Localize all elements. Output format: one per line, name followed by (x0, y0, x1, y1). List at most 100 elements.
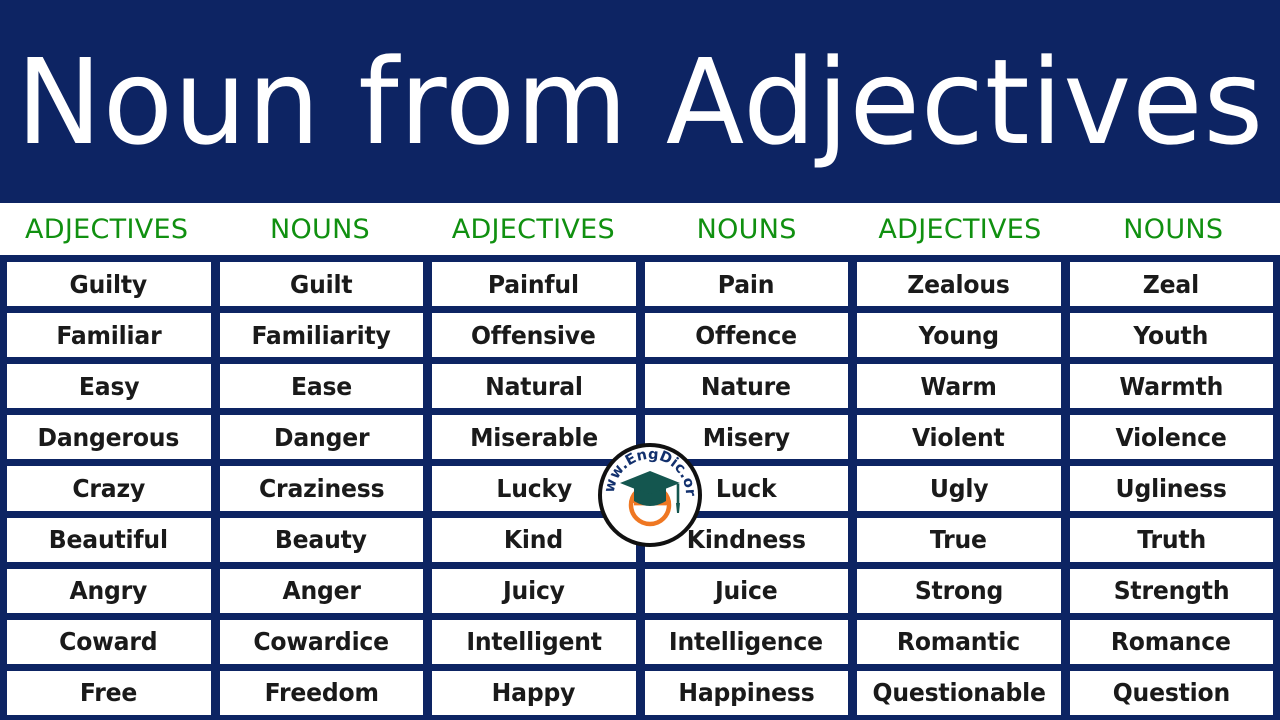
table-cell: Warm (857, 364, 1061, 409)
cell-text: Romantic (897, 627, 1021, 657)
cell-text: Natural (484, 371, 583, 401)
table-cell: Warmth (1069, 364, 1273, 409)
column-header-4: NOUNS (696, 213, 797, 245)
table-cell: Natural (432, 364, 636, 409)
column-header-row: ADJECTIVES NOUNS ADJECTIVES NOUNS ADJECTIVES… (0, 203, 1280, 255)
table-cell: Misery (644, 415, 848, 460)
table-cell: Dangerous (7, 415, 211, 460)
table-cell: Angry (7, 568, 211, 613)
cell-text: Craziness (258, 473, 385, 503)
cell-text: Offence (695, 320, 798, 350)
table-cell: Intelligent (432, 619, 636, 664)
table-cell: Questionable (857, 670, 1061, 715)
cell-text: Crazy (72, 473, 146, 503)
cell-text: Danger (273, 422, 370, 452)
table-row: Beautiful Beauty Kind Kindness True Truth (7, 517, 1273, 562)
cell-text: True (930, 525, 988, 555)
cell-text: Guilt (290, 269, 353, 299)
table-cell: Offence (644, 313, 848, 358)
table-cell: Nature (644, 364, 848, 409)
table-cell: Painful (432, 262, 636, 307)
table-cell: Juice (644, 568, 848, 613)
table-cell: Offensive (432, 313, 636, 358)
title-banner: Noun from Adjectives (0, 0, 1280, 203)
table-cell: Intelligence (644, 619, 848, 664)
table-row: Crazy Craziness Lucky Luck Ugly Ugliness (7, 466, 1273, 511)
cell-text: Freedom (264, 678, 379, 708)
cell-text: Familiarity (251, 320, 391, 350)
cell-text: Familiar (56, 320, 162, 350)
column-header-2: NOUNS (269, 213, 371, 245)
table-cell: Miserable (432, 415, 636, 460)
cell-text: Question (1112, 678, 1230, 708)
cell-text: Beautiful (49, 525, 169, 555)
table-cell: Cowardice (219, 619, 423, 664)
cell-text: Romance (1111, 627, 1232, 657)
cell-text: Anger (282, 576, 361, 606)
cell-text: Juice (715, 576, 778, 606)
table-cell: Youth (1069, 313, 1273, 358)
column-header-6: NOUNS (1123, 213, 1224, 245)
table-cell: Lucky (432, 466, 636, 511)
cell-text: Warm (920, 371, 997, 401)
cell-text: Zealous (907, 269, 1011, 299)
table-row: Dangerous Danger Miserable Misery Violent Vio… (7, 415, 1273, 460)
cell-text: Nature (701, 371, 792, 401)
cell-text: Warmth (1119, 371, 1224, 401)
table-row: Easy Ease Natural Nature Warm Warmth (7, 364, 1273, 409)
poster-root: Noun from Adjectives ADJECTIVES NOUNS ADJE… (0, 0, 1280, 720)
table-cell: Luck (644, 466, 848, 511)
table-cell: Ugliness (1069, 466, 1273, 511)
cell-text: Ugliness (1115, 473, 1227, 503)
table-cell: Young (857, 313, 1061, 358)
cell-text: Juicy (502, 576, 565, 606)
table-cell: Coward (7, 619, 211, 664)
table-cell: Question (1069, 670, 1273, 715)
table-cell: Strength (1069, 568, 1273, 613)
cell-text: Luck (715, 473, 777, 503)
cell-text: Easy (78, 371, 140, 401)
table-cell: Danger (219, 415, 423, 460)
table-cell: Beautiful (7, 517, 211, 562)
table-cell: Ugly (857, 466, 1061, 511)
cell-text: Happy (491, 678, 576, 708)
table-cell: Easy (7, 364, 211, 409)
cell-text: Angry (69, 576, 148, 606)
cell-text: Violent (912, 422, 1006, 452)
table-cell: Freedom (219, 670, 423, 715)
column-header-3: ADJECTIVES (451, 213, 615, 245)
table-cell: True (857, 517, 1061, 562)
table-cell: Happiness (644, 670, 848, 715)
table-cell: Strong (857, 568, 1061, 613)
table-cell: Craziness (219, 466, 423, 511)
cell-text: Intelligence (669, 627, 824, 657)
table-cell: Free (7, 670, 211, 715)
table-cell: Anger (219, 568, 423, 613)
table-cell: Truth (1069, 517, 1273, 562)
cell-text: Young (918, 320, 1000, 350)
table-cell: Kindness (644, 517, 848, 562)
table-cell: Juicy (432, 568, 636, 613)
table-cell: Guilt (219, 262, 423, 307)
column-header-5: ADJECTIVES (878, 213, 1042, 245)
table-row: Guilty Guilt Painful Pain Zealous Zeal (7, 262, 1273, 307)
cell-text: Happiness (678, 678, 815, 708)
cell-text: Guilty (69, 269, 148, 299)
table-row: Angry Anger Juicy Juice Strong Strength (7, 568, 1273, 613)
cell-text: Lucky (495, 473, 572, 503)
cell-text: Cowardice (253, 627, 390, 657)
cell-text: Ugly (929, 473, 989, 503)
table-cell: Ease (219, 364, 423, 409)
table-cell: Familiar (7, 313, 211, 358)
cell-text: Beauty (275, 525, 368, 555)
cell-text: Zeal (1143, 269, 1200, 299)
table-cell: Pain (644, 262, 848, 307)
cell-text: Dangerous (37, 422, 180, 452)
cell-text: Violence (1115, 422, 1227, 452)
cell-text: Misery (702, 422, 790, 452)
cell-text: Miserable (469, 422, 598, 452)
table-row: Familiar Familiarity Offensive Offence Young… (7, 313, 1273, 358)
table-cell: Violence (1069, 415, 1273, 460)
table-cell: Beauty (219, 517, 423, 562)
cell-text: Free (80, 678, 138, 708)
